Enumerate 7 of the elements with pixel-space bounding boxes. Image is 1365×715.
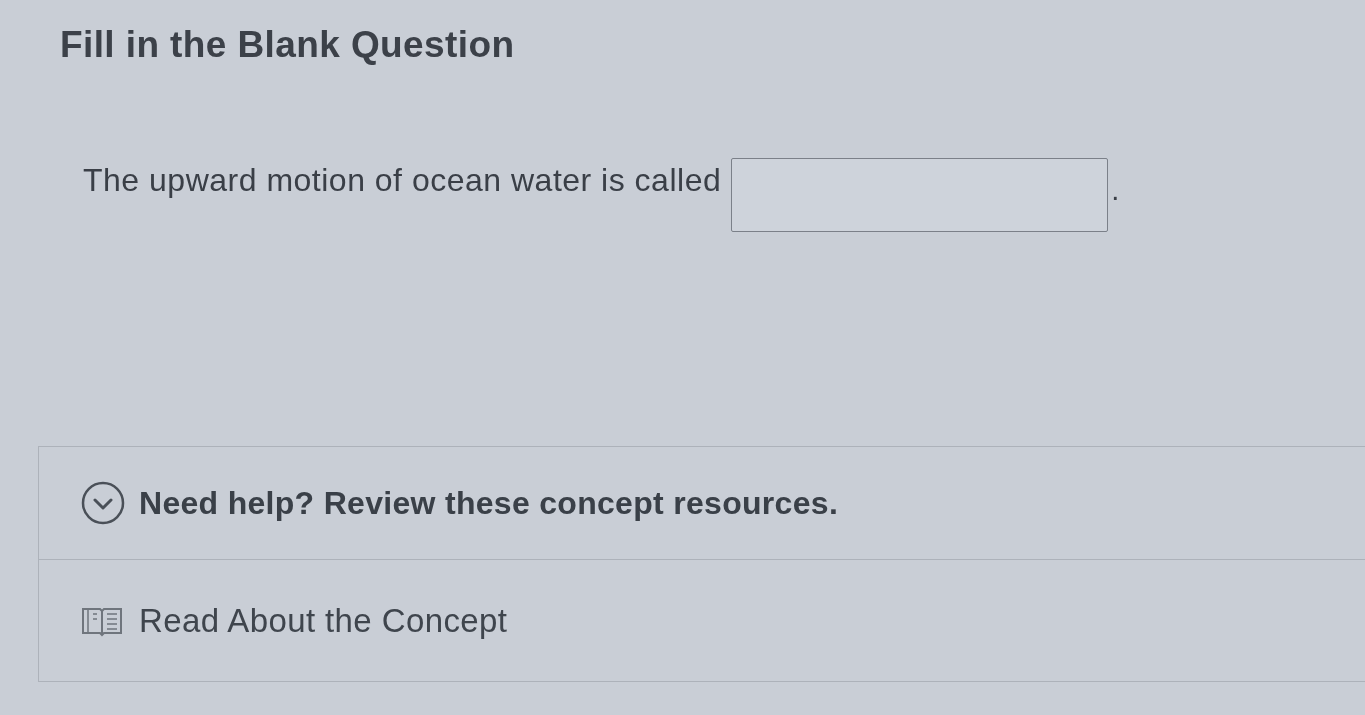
chevron-circle-icon <box>81 481 125 525</box>
answer-box[interactable] <box>731 158 1109 232</box>
sentence-period: . <box>1111 173 1120 208</box>
question-text: The upward motion of ocean water is called <box>83 161 722 199</box>
resource-link[interactable]: Read About the Concept <box>81 601 508 640</box>
question-title: Fill in the Blank Question <box>60 23 515 67</box>
help-toggle[interactable]: Need help? Review these concept resources. <box>81 481 839 525</box>
